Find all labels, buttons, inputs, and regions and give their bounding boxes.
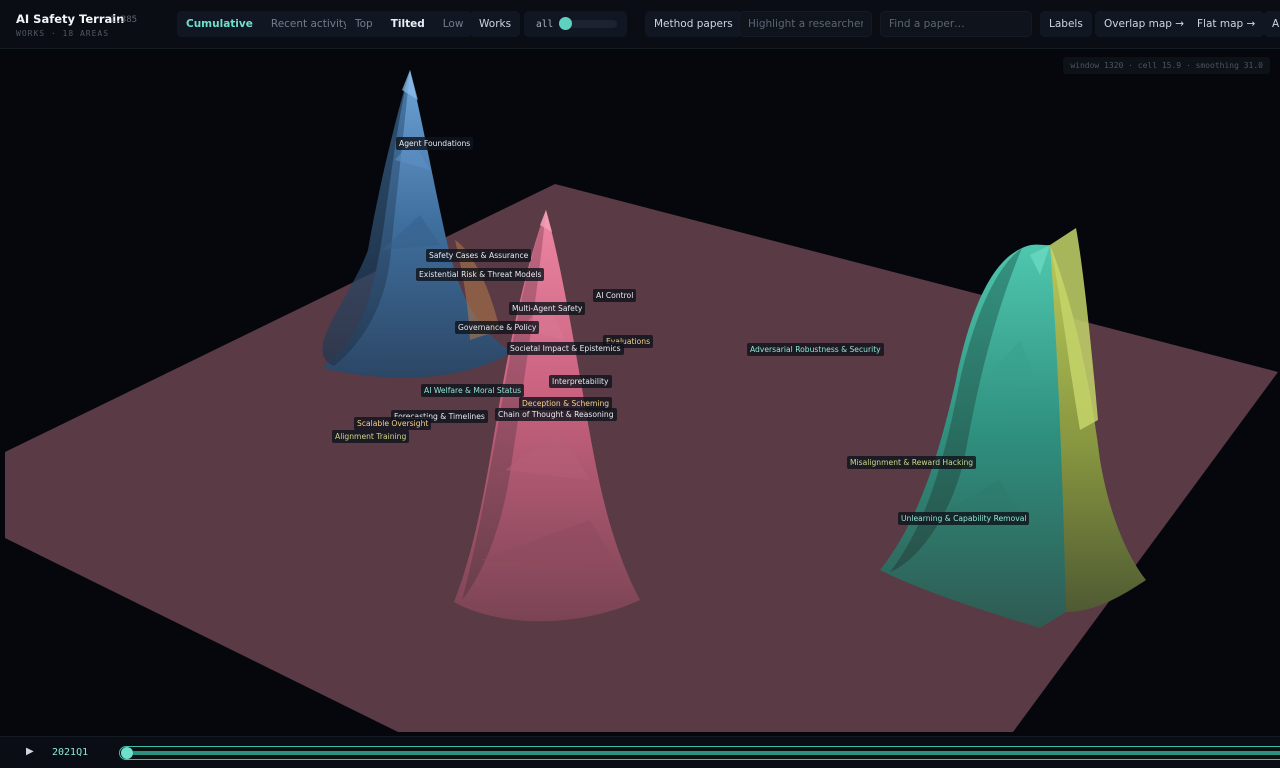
view-low[interactable]: Low	[434, 11, 473, 37]
tab-cumulative[interactable]: Cumulative	[177, 11, 262, 37]
area-label[interactable]: Agent Foundations	[396, 137, 474, 150]
area-label[interactable]: Interpretability	[549, 375, 612, 388]
researcher-search-input[interactable]	[739, 11, 872, 37]
works-count: 1,385	[110, 15, 138, 25]
area-label[interactable]: Misalignment & Reward Hacking	[847, 456, 977, 469]
area-label[interactable]: AI Control	[593, 289, 637, 302]
timeline-scrubber[interactable]	[119, 746, 1280, 760]
area-label[interactable]: Chain of Thought & Reasoning	[495, 408, 617, 421]
area-label[interactable]: Safety Cases & Assurance	[426, 249, 532, 262]
filter-slider-group: all	[524, 11, 628, 37]
terrain-3d-view[interactable]	[0, 48, 1280, 736]
app-title: AI Safety Terrain	[16, 12, 125, 26]
timeline-thumb[interactable]	[121, 747, 133, 759]
paper-search-input[interactable]	[880, 11, 1032, 37]
method-papers-button[interactable]: Method papers	[645, 11, 742, 37]
app-subtitle: WORKS · 18 AREAS	[16, 29, 110, 38]
area-label[interactable]: Multi-Agent Safety	[509, 302, 586, 315]
area-label[interactable]: Scalable Oversight	[354, 417, 432, 430]
cut-off-button[interactable]: A	[1264, 11, 1280, 37]
area-label[interactable]: Alignment Training	[332, 430, 410, 443]
area-label[interactable]: Governance & Policy	[455, 321, 540, 334]
top-toolbar: AI Safety Terrain 1,385 WORKS · 18 AREAS…	[0, 0, 1280, 49]
timeline-track	[132, 751, 1280, 755]
area-label[interactable]: Unlearning & Capability Removal	[898, 512, 1030, 525]
playback-bar: ▶ 2021Q1	[0, 736, 1280, 768]
labels-button[interactable]: Labels	[1040, 11, 1092, 37]
works-button[interactable]: Works	[470, 11, 521, 37]
time-mode-toggle: Cumulative Recent activity	[177, 11, 359, 37]
view-angle-toggle: Top Tilted Low	[346, 11, 473, 37]
tab-recent-activity[interactable]: Recent activity	[262, 11, 358, 37]
view-top[interactable]: Top	[346, 11, 382, 37]
area-label[interactable]: AI Welfare & Moral Status	[421, 384, 525, 397]
area-label[interactable]: Existential Risk & Threat Models	[416, 268, 545, 281]
current-period: 2021Q1	[52, 747, 89, 758]
slider-thumb[interactable]	[559, 17, 573, 30]
area-label[interactable]: Adversarial Robustness & Security	[747, 343, 884, 356]
filter-slider[interactable]	[559, 17, 618, 30]
play-icon[interactable]: ▶	[26, 746, 34, 757]
area-label[interactable]: Societal Impact & Epistemics	[507, 342, 624, 355]
slider-label: all	[536, 18, 554, 30]
flat-map-button[interactable]: Flat map →	[1188, 11, 1265, 37]
overlap-map-button[interactable]: Overlap map →	[1095, 11, 1194, 37]
view-tilted[interactable]: Tilted	[382, 11, 434, 37]
